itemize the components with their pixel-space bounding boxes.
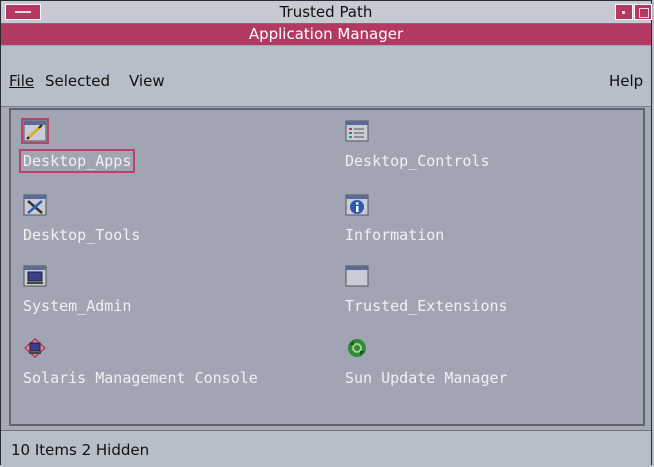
menu-help[interactable]: Help [609, 72, 643, 90]
management-console-icon [23, 337, 47, 359]
menu-view[interactable]: View [129, 72, 165, 90]
computer-icon [23, 265, 47, 287]
item-label: Trusted_Extensions [345, 297, 508, 315]
item-label: Solaris Management Console [23, 369, 258, 387]
item-label: System_Admin [23, 297, 132, 315]
status-text: 10 Items 2 Hidden [11, 441, 150, 459]
folder-icon [345, 265, 369, 287]
controls-folder-icon [345, 120, 369, 142]
menu-bar: File Selected View Help [1, 46, 651, 107]
item-label: Desktop_Apps [19, 149, 136, 173]
menu-file[interactable]: File [9, 72, 34, 90]
tools-icon [23, 194, 47, 216]
update-icon [345, 337, 369, 359]
editor-icon [21, 118, 49, 144]
menu-help-label: Help [609, 72, 644, 90]
icon-view: Desktop_Apps Desktop_Controls Desktop_To… [9, 108, 645, 426]
title-bar[interactable]: Trusted Path [1, 1, 652, 24]
item-label: Desktop_Tools [23, 226, 141, 244]
minimize-button[interactable] [615, 4, 633, 20]
app-title-bar: Application Manager [1, 24, 651, 45]
window-title: Trusted Path [279, 3, 373, 21]
item-label: Information [345, 226, 445, 244]
maximize-button[interactable] [634, 4, 652, 20]
info-icon [345, 194, 369, 216]
status-bar: 10 Items 2 Hidden [1, 430, 651, 465]
item-label: Desktop_Controls [345, 152, 490, 170]
application-manager-window: Trusted Path Application Manager File Se… [0, 0, 652, 465]
menu-file-label: File [9, 72, 35, 90]
menu-selected-label: Selected [45, 72, 111, 90]
menu-view-label: View [129, 72, 165, 90]
menu-selected[interactable]: Selected [45, 72, 110, 90]
item-label: Sun Update Manager [345, 369, 508, 387]
